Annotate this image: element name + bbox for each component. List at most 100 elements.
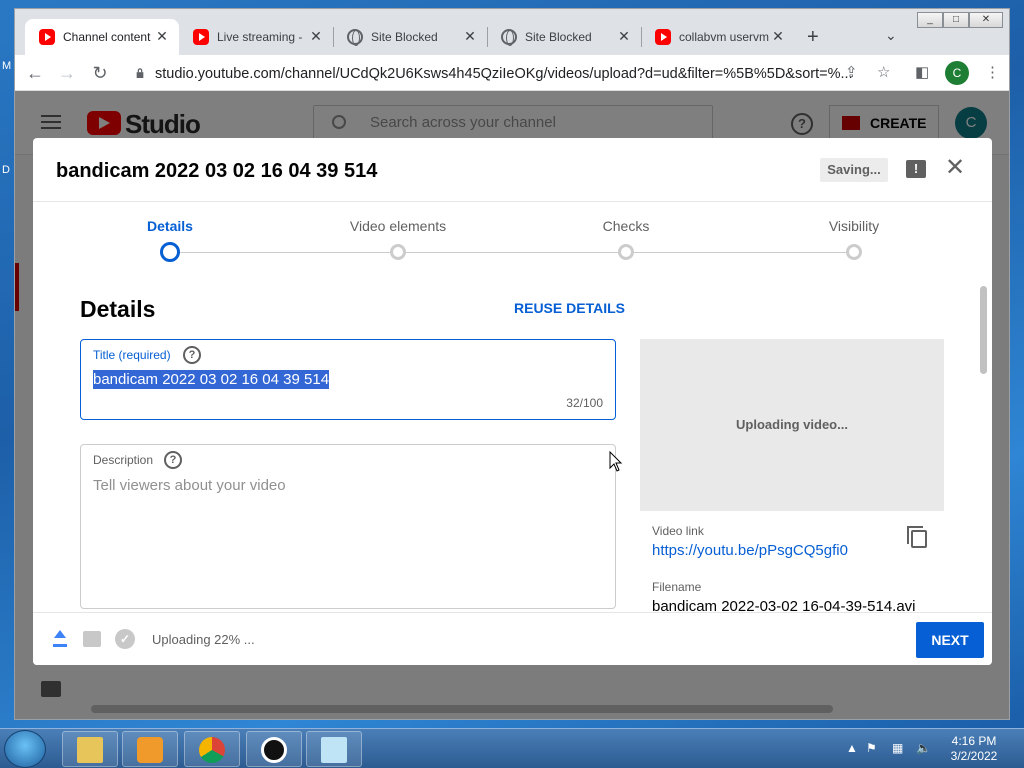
step-checks-label[interactable]: Checks — [603, 218, 650, 234]
video-link-label: Video link — [652, 524, 704, 538]
help-icon[interactable]: ? — [183, 346, 201, 364]
report-feedback-icon[interactable]: ! — [906, 160, 926, 178]
desktop-icon-fragment[interactable]: M — [2, 60, 11, 72]
globe-icon — [501, 29, 517, 46]
reuse-details-button[interactable]: REUSE DETAILS — [514, 300, 625, 316]
desktop-icon-fragment[interactable]: D — [2, 164, 10, 176]
globe-icon — [347, 29, 363, 46]
step-details-label[interactable]: Details — [147, 218, 193, 234]
details-heading: Details — [80, 296, 156, 322]
action-center-flag-icon[interactable]: ⚑ — [866, 741, 877, 755]
minimize-button[interactable]: _ — [917, 12, 943, 28]
dialog-title: bandicam 2022 03 02 16 04 39 514 — [56, 160, 378, 182]
upload-dialog: bandicam 2022 03 02 16 04 39 514 Saving.… — [33, 138, 992, 665]
window-close-button[interactable]: ✕ — [969, 12, 1003, 28]
network-icon[interactable]: ▦ — [892, 741, 903, 755]
help-icon[interactable]: ? — [164, 451, 182, 469]
tab-channel-content[interactable]: Channel content ✕ — [25, 19, 179, 55]
taskbar: ▲ ⚑ ▦ 🔈 4:16 PM 3/2/2022 — [0, 728, 1024, 768]
video-preview: Uploading video... — [640, 339, 944, 511]
youtube-icon — [193, 29, 209, 45]
media-player-icon — [137, 737, 163, 763]
show-hidden-icons-chevron-icon[interactable]: ▲ — [846, 741, 858, 755]
taskbar-bandicam-button[interactable] — [246, 731, 302, 767]
taskbar-notepad-button[interactable] — [306, 731, 362, 767]
step-video-elements-dot[interactable] — [390, 244, 406, 260]
video-link[interactable]: https://youtu.be/pPsgCQ5gfi0 — [652, 542, 848, 559]
taskbar-media-player-button[interactable] — [122, 731, 178, 767]
forward-icon[interactable]: → — [55, 61, 79, 85]
title-field[interactable]: Title (required) ? bandicam 2022 03 02 1… — [80, 339, 616, 420]
saving-badge: Saving... — [820, 158, 888, 182]
next-button[interactable]: NEXT — [916, 622, 984, 658]
dialog-content: Details REUSE DETAILS Title (required) ?… — [33, 262, 977, 612]
tab-site-blocked-1[interactable]: Site Blocked ✕ — [333, 19, 487, 55]
upload-arrow-icon — [53, 630, 67, 648]
close-tab-icon[interactable]: ✕ — [769, 28, 787, 45]
close-tab-icon[interactable]: ✕ — [307, 28, 325, 45]
menu-kebab-icon[interactable]: ⋮ — [985, 63, 1000, 81]
step-visibility-label[interactable]: Visibility — [829, 218, 879, 234]
hd-processing-icon — [83, 631, 101, 647]
reload-icon[interactable]: ↻ — [88, 61, 112, 85]
title-field-label: Title (required) — [93, 348, 171, 362]
record-icon — [261, 737, 287, 763]
close-icon[interactable]: ✕ — [945, 156, 965, 180]
description-field-label: Description — [93, 453, 154, 467]
tab-strip: Channel content ✕ Live streaming - ✕ Sit… — [15, 9, 1009, 55]
step-checks-dot[interactable] — [618, 244, 634, 260]
share-icon[interactable]: ⇪ — [845, 63, 858, 81]
tab-title: Channel content — [63, 30, 151, 44]
tab-title: Site Blocked — [371, 30, 438, 44]
side-panel-icon[interactable]: ◧ — [915, 63, 929, 81]
taskbar-chrome-button[interactable] — [184, 731, 240, 767]
step-video-elements-label[interactable]: Video elements — [350, 218, 446, 234]
filename-label: Filename — [652, 580, 702, 594]
close-tab-icon[interactable]: ✕ — [461, 28, 479, 45]
notepad-icon — [321, 737, 347, 763]
step-visibility-dot[interactable] — [846, 244, 862, 260]
tab-site-blocked-2[interactable]: Site Blocked ✕ — [487, 19, 641, 55]
address-text: studio.youtube.com/channel/UCdQk2U6Ksws4… — [155, 66, 853, 82]
dialog-footer: ✓ Uploading 22% ... NEXT — [33, 612, 992, 665]
description-field[interactable]: Description ? Tell viewers about your vi… — [80, 444, 616, 609]
address-bar[interactable]: studio.youtube.com/channel/UCdQk2U6Ksws4… — [133, 60, 875, 88]
clock-time: 4:16 PM — [951, 734, 997, 748]
stepper-line — [177, 252, 857, 253]
clock-date: 3/2/2022 — [950, 749, 998, 763]
lock-icon — [136, 68, 144, 78]
upload-stepper: Details Video elements Checks Visibility — [33, 202, 992, 262]
close-tab-icon[interactable]: ✕ — [615, 28, 633, 45]
back-icon[interactable]: ← — [23, 61, 47, 85]
system-clock[interactable]: 4:16 PM 3/2/2022 — [946, 734, 1002, 764]
start-button[interactable] — [4, 730, 46, 768]
browser-toolbar: ← → ↻ studio.youtube.com/channel/UCdQk2U… — [15, 55, 1009, 91]
close-tab-icon[interactable]: ✕ — [153, 28, 171, 45]
tab-search-chevron-icon[interactable]: ⌄ — [885, 27, 897, 44]
tab-collabvm[interactable]: collabvm uservm ✕ — [641, 19, 795, 55]
tab-title: Live streaming - — [217, 30, 303, 44]
folder-icon — [77, 737, 103, 763]
chrome-icon — [199, 737, 225, 763]
vertical-scrollbar[interactable] — [980, 286, 987, 374]
tab-title: collabvm uservm — [679, 30, 770, 44]
profile-avatar[interactable]: C — [945, 61, 969, 85]
youtube-icon — [655, 29, 671, 45]
maximize-button[interactable]: □ — [943, 12, 969, 28]
upload-status-text: Uploading 22% ... — [152, 632, 255, 647]
new-tab-button[interactable]: + — [807, 27, 819, 47]
title-input-value[interactable]: bandicam 2022 03 02 16 04 39 514 — [93, 370, 330, 389]
description-placeholder: Tell viewers about your video — [93, 477, 286, 494]
preview-status: Uploading video... — [736, 417, 848, 432]
taskbar-explorer-button[interactable] — [62, 731, 118, 767]
title-char-count: 32/100 — [566, 396, 603, 410]
filename-value: bandicam 2022-03-02 16-04-39-514.avi — [652, 598, 916, 612]
step-details-dot[interactable] — [160, 242, 180, 262]
youtube-icon — [39, 29, 55, 45]
copy-icon[interactable] — [907, 526, 927, 548]
tab-title: Site Blocked — [525, 30, 592, 44]
checks-icon: ✓ — [115, 629, 135, 649]
volume-icon[interactable]: 🔈 — [916, 741, 931, 755]
bookmark-star-icon[interactable]: ☆ — [877, 63, 890, 81]
tab-live-streaming[interactable]: Live streaming - ✕ — [179, 19, 333, 55]
